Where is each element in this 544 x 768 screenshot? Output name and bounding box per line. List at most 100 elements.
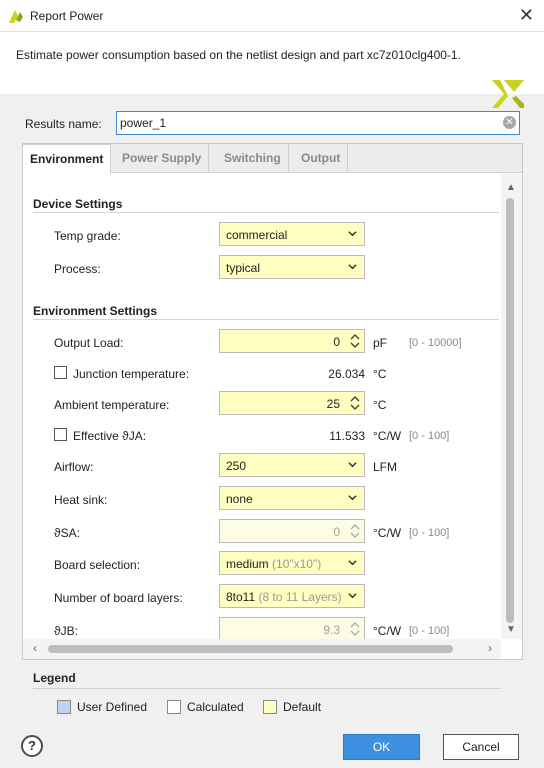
chevron-down-icon [348, 264, 357, 270]
section-divider [33, 319, 499, 320]
junction-temperature-checkbox[interactable] [54, 366, 67, 379]
theta-sa-spinner[interactable]: 0 [219, 519, 365, 543]
ambient-temperature-spinner[interactable]: 25 [219, 391, 365, 415]
results-name-label: Results name: [25, 117, 102, 131]
ok-button[interactable]: OK [343, 734, 420, 760]
output-load-range: [0 - 10000] [409, 337, 462, 349]
chevron-down-icon [348, 495, 357, 501]
board-layers-label: Number of board layers: [54, 591, 183, 605]
heat-sink-value: none [226, 492, 253, 506]
dialog-header: Estimate power consumption based on the … [0, 32, 544, 108]
tab-output[interactable]: Output [294, 144, 349, 173]
junction-temperature-unit: °C [373, 367, 387, 381]
spin-down-icon[interactable] [350, 629, 360, 637]
airflow-select[interactable]: 250 [219, 453, 365, 477]
effective-theta-ja-checkbox[interactable] [54, 428, 67, 441]
close-icon[interactable]: ✕ [519, 5, 534, 26]
spin-down-icon[interactable] [350, 403, 360, 411]
spin-up-icon[interactable] [350, 621, 360, 629]
help-button[interactable]: ? [21, 735, 43, 757]
theta-jb-value: 9.3 [323, 623, 340, 637]
scroll-down-icon[interactable]: ▼ [506, 624, 516, 635]
legend-swatch-default [263, 700, 277, 714]
spin-down-icon[interactable] [350, 341, 360, 349]
effective-theta-ja-range: [0 - 100] [409, 430, 450, 442]
tab-environment[interactable]: Environment [23, 144, 112, 174]
process-label: Process: [54, 262, 101, 276]
device-settings-heading: Device Settings [33, 197, 123, 211]
results-name-input[interactable]: power_1 ✕ [116, 111, 520, 135]
ambient-temperature-value: 25 [326, 397, 340, 411]
legend-label-default: Default [283, 700, 322, 714]
board-selection-select[interactable]: medium (10"x10") [219, 551, 365, 575]
theta-jb-range: [0 - 100] [409, 625, 450, 637]
horizontal-scrollbar[interactable]: ‹ › [23, 639, 501, 659]
board-selection-value: medium [226, 557, 269, 571]
effective-theta-ja-value: 11.533 [329, 429, 365, 443]
vertical-scroll-thumb[interactable] [506, 198, 514, 623]
chevron-down-icon [348, 560, 357, 566]
process-value: typical [226, 261, 261, 275]
board-layers-select[interactable]: 8to11 (8 to 11 Layers) [219, 584, 365, 608]
theta-sa-label: ϑSA: [54, 526, 80, 540]
board-selection-label: Board selection: [54, 558, 141, 572]
chevron-down-icon [348, 591, 357, 600]
ambient-temperature-label: Ambient temperature: [54, 398, 170, 412]
results-name-value: power_1 [120, 116, 167, 130]
output-load-label: Output Load: [54, 336, 124, 350]
heat-sink-label: Heat sink: [54, 493, 108, 507]
vivado-logo-icon [9, 10, 23, 23]
board-layers-value: 8to11 [226, 590, 256, 604]
settings-panel: Environment Power Supply Switching Outpu… [22, 143, 523, 660]
scroll-up-icon[interactable]: ▲ [506, 182, 516, 193]
output-load-spinner[interactable]: 0 [219, 329, 365, 353]
legend-label-calculated: Calculated [187, 700, 244, 714]
legend-swatch-calculated [167, 700, 181, 714]
theta-sa-range: [0 - 100] [409, 527, 450, 539]
vivado-brand-logo-icon [492, 80, 524, 108]
legend-title: Legend [33, 671, 76, 685]
horizontal-scroll-thumb[interactable] [48, 645, 453, 653]
heat-sink-select[interactable]: none [219, 486, 365, 510]
airflow-label: Airflow: [54, 460, 94, 474]
theta-sa-value: 0 [333, 525, 340, 539]
effective-theta-ja-unit: °C/W [373, 429, 402, 443]
clear-icon[interactable]: ✕ [503, 116, 516, 129]
tab-power-supply[interactable]: Power Supply [115, 144, 210, 173]
theta-jb-unit: °C/W [373, 624, 402, 638]
tab-bar: Environment Power Supply Switching Outpu… [23, 144, 522, 174]
legend-label-user-defined: User Defined [77, 700, 148, 714]
board-layers-hint: (8 to 11 Layers) [258, 590, 342, 604]
board-selection-hint: (10"x10") [272, 557, 322, 571]
chevron-down-icon [348, 231, 357, 237]
dialog-description: Estimate power consumption based on the … [16, 48, 461, 62]
theta-jb-spinner[interactable]: 9.3 [219, 617, 365, 639]
effective-theta-ja-label: Effective ϑJA: [73, 429, 147, 443]
environment-content: Device Settings Temp grade: commercial P… [23, 174, 501, 639]
cancel-button[interactable]: Cancel [443, 734, 519, 760]
spin-up-icon[interactable] [350, 523, 360, 531]
process-select[interactable]: typical [219, 255, 365, 279]
temp-grade-label: Temp grade: [54, 229, 121, 243]
window-title: Report Power [30, 9, 104, 23]
temp-grade-value: commercial [226, 228, 288, 242]
spin-up-icon[interactable] [350, 395, 360, 403]
junction-temperature-label: Junction temperature: [73, 367, 190, 381]
chevron-down-icon [348, 462, 357, 468]
spin-up-icon[interactable] [350, 333, 360, 341]
section-divider [33, 212, 499, 213]
scroll-left-icon[interactable]: ‹ [33, 641, 37, 655]
theta-jb-label: ϑJB: [54, 624, 78, 638]
tab-switching[interactable]: Switching [217, 144, 289, 173]
legend-swatch-user-defined [57, 700, 71, 714]
airflow-unit: LFM [373, 460, 397, 474]
temp-grade-select[interactable]: commercial [219, 222, 365, 246]
legend-divider [33, 688, 501, 689]
junction-temperature-value: 26.034 [328, 367, 365, 381]
airflow-value: 250 [226, 459, 247, 473]
ambient-temperature-unit: °C [373, 398, 387, 412]
vertical-scrollbar[interactable]: ▲ ▼ [501, 174, 522, 639]
title-bar: Report Power ✕ [0, 0, 544, 32]
scroll-right-icon[interactable]: › [488, 641, 492, 655]
spin-down-icon[interactable] [350, 531, 360, 539]
